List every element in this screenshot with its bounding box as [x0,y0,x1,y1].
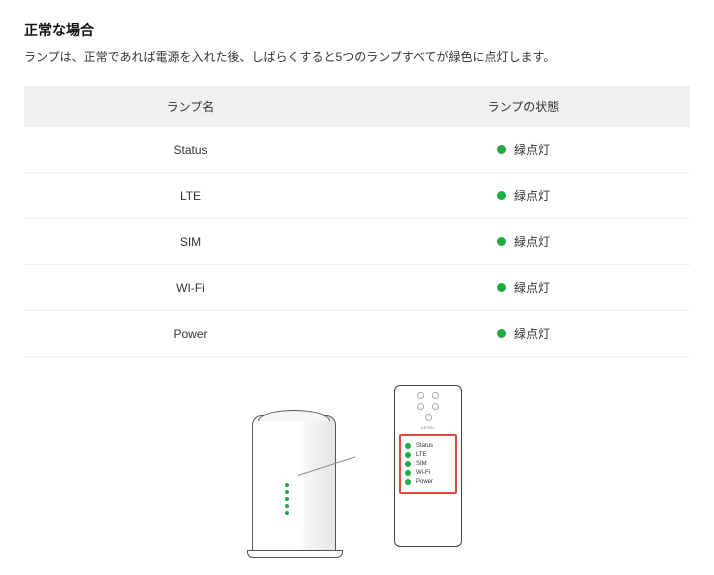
lamp-dot-icon [405,452,411,458]
router-body-icon [252,415,336,555]
router-front-lamps [277,480,297,518]
hollow-dot-icon [432,392,439,399]
hollow-dot-icon [417,392,424,399]
panel-lamp-row: LTE [405,452,451,458]
cell-lamp-name: Power [24,311,357,357]
cell-lamp-name: Status [24,127,357,173]
level-label: LEVEL [399,425,457,430]
panel-lamp-label: SIM [416,461,427,467]
status-dot-icon [497,329,506,338]
cell-lamp-state: 緑点灯 [357,127,690,173]
lamp-dot-icon [405,461,411,467]
cell-lamp-state: 緑点灯 [357,173,690,219]
lamp-dot-icon [285,504,289,508]
lamp-dot-icon [285,490,289,494]
cell-lamp-state: 緑点灯 [357,265,690,311]
status-dot-icon [497,191,506,200]
lamp-dot-icon [405,470,411,476]
cell-lamp-name: LTE [24,173,357,219]
panel-lamp-label: Wi-Fi [416,470,430,476]
cell-lamp-name: SIM [24,219,357,265]
lamp-dot-icon [285,483,289,487]
highlight-box: Status LTE SIM Wi-Fi Power [399,434,457,494]
panel-lamp-row: Power [405,479,451,485]
table-row: WI-Fi 緑点灯 [24,265,690,311]
panel-lamp-row: Wi-Fi [405,470,451,476]
lamp-dot-icon [405,479,411,485]
panel-lamp-label: LTE [416,452,427,458]
signal-dots-row [399,403,457,410]
table-row: Power 緑点灯 [24,311,690,357]
cell-lamp-state: 緑点灯 [357,311,690,357]
col-header-name: ランプ名 [24,86,357,127]
status-dot-icon [497,283,506,292]
table-row: LTE 緑点灯 [24,173,690,219]
lamp-dot-icon [405,443,411,449]
panel-lamp-row: Status [405,443,451,449]
lamp-dot-icon [285,497,289,501]
status-dot-icon [497,237,506,246]
zoom-panel: LEVEL Status LTE SIM Wi-Fi Power [394,385,462,547]
router-diagram: LEVEL Status LTE SIM Wi-Fi Power [252,385,462,555]
panel-lamp-row: SIM [405,461,451,467]
lamp-status-table: ランプ名 ランプの状態 Status 緑点灯 LTE 緑点灯 SIM 緑点灯 W… [24,86,690,357]
hollow-dot-icon [425,414,432,421]
cell-lamp-name: WI-Fi [24,265,357,311]
signal-dots-row [399,392,457,399]
cell-lamp-state: 緑点灯 [357,219,690,265]
hollow-dot-icon [432,403,439,410]
hollow-dot-icon [417,403,424,410]
router-base-icon [247,550,343,558]
col-header-state: ランプの状態 [357,86,690,127]
table-row: SIM 緑点灯 [24,219,690,265]
status-dot-icon [497,145,506,154]
panel-lamp-label: Status [416,443,433,449]
table-row: Status 緑点灯 [24,127,690,173]
section-title: 正常な場合 [24,20,690,40]
section-description: ランプは、正常であれば電源を入れた後、しばらくすると5つのランプすべてが緑色に点… [24,48,690,66]
panel-lamp-label: Power [416,479,433,485]
lamp-dot-icon [285,511,289,515]
